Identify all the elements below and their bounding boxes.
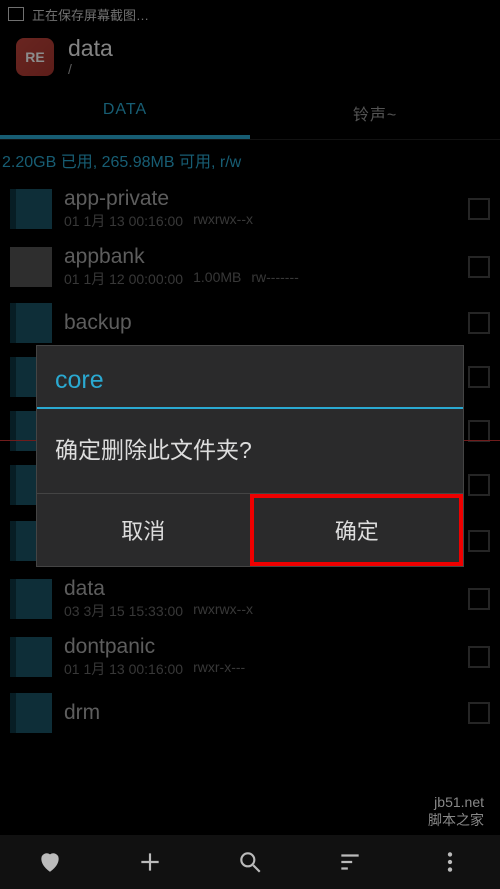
menu-icon[interactable] bbox=[437, 849, 463, 875]
watermark: jb51.net 脚本之家 bbox=[428, 793, 484, 829]
ok-button[interactable]: 确定 bbox=[250, 494, 464, 566]
dialog-title: core bbox=[37, 346, 463, 409]
search-icon[interactable] bbox=[237, 849, 263, 875]
dialog-message: 确定删除此文件夹? bbox=[37, 409, 463, 493]
sort-icon[interactable] bbox=[337, 849, 363, 875]
watermark-url: jb51.net bbox=[428, 793, 484, 811]
favorite-icon[interactable] bbox=[37, 849, 63, 875]
add-icon[interactable] bbox=[137, 849, 163, 875]
cancel-button[interactable]: 取消 bbox=[37, 494, 250, 566]
watermark-name: 脚本之家 bbox=[428, 811, 484, 829]
delete-dialog: core 确定删除此文件夹? 取消 确定 bbox=[36, 345, 464, 567]
